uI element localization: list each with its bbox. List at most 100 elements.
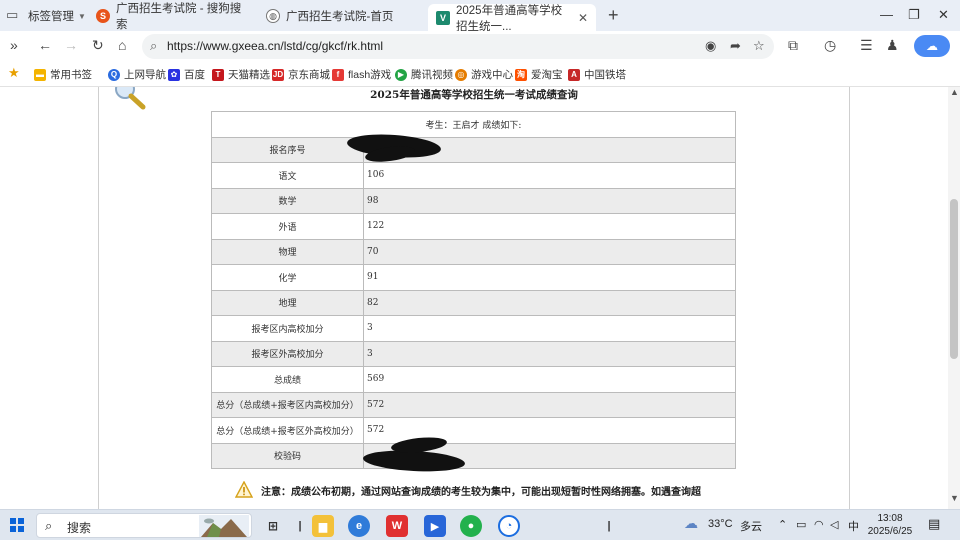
table-row: 报名序号	[211, 136, 736, 163]
scroll-up-icon[interactable]: ▲	[950, 87, 959, 97]
scroll-down-icon[interactable]: ▼	[950, 493, 959, 503]
cloud-sync-button[interactable]: ☁	[914, 35, 950, 57]
bookmark-label: 中国铁塔	[584, 69, 626, 81]
windows-start-icon[interactable]	[10, 518, 24, 532]
qq-browser-icon[interactable]: ◔	[498, 515, 520, 537]
gamepad-icon: ◎	[455, 68, 467, 81]
close-window-icon[interactable]: ✕	[938, 7, 949, 23]
page-title: 2025年普通高等学校招生统一考试成绩查询	[370, 89, 578, 101]
browser-mode-icon[interactable]: ◉	[705, 38, 716, 54]
content-frame: 2025年普通高等学校招生统一考试成绩查询 考生：王启才 成绩如下: 报名序号 …	[98, 87, 850, 509]
minimize-icon[interactable]: —	[880, 7, 893, 22]
bookmark-item[interactable]: Q 上网导航	[108, 67, 166, 82]
search-icon: ⌕	[45, 518, 53, 533]
battery-icon[interactable]: ▭	[796, 518, 806, 531]
bookmark-item[interactable]: ◎ 游戏中心	[455, 67, 513, 82]
back-icon[interactable]: ←	[38, 37, 52, 53]
table-row: 外语 122	[211, 213, 736, 240]
share-icon[interactable]: ➦	[730, 38, 741, 54]
flash-icon: f	[332, 68, 344, 81]
row-label: 数学	[211, 187, 364, 214]
weather-desc[interactable]: 多云	[740, 518, 762, 534]
ime-indicator[interactable]: 中	[848, 518, 859, 534]
bookmark-star-icon[interactable]: ★	[8, 65, 20, 81]
extensions-icon[interactable]: ⧉	[788, 37, 798, 54]
row-label: 化学	[211, 264, 364, 291]
row-value: 106	[363, 162, 736, 189]
baidu-icon: ✿	[168, 68, 180, 81]
reload-icon[interactable]: ↻	[92, 37, 104, 54]
sidebar-toggle-icon[interactable]: ▭	[6, 7, 24, 23]
warning-icon	[235, 481, 253, 498]
weather-temp[interactable]: 33°C	[708, 518, 733, 530]
row-value: 70	[363, 238, 736, 265]
row-value: 82	[363, 289, 736, 316]
tab-groups-button[interactable]: 标签管理 ▼	[28, 4, 86, 28]
taskbar-search-box[interactable]: ⌕ 搜索	[36, 513, 252, 538]
bookmark-item[interactable]: f flash游戏	[332, 67, 391, 82]
bookmark-item[interactable]: 淘爱淘宝	[515, 67, 563, 82]
notification-icon[interactable]: ▤	[928, 516, 940, 532]
home-icon[interactable]: ⌂	[118, 37, 126, 53]
page-viewport: 2025年普通高等学校招生统一考试成绩查询 考生：王启才 成绩如下: 报名序号 …	[0, 87, 948, 509]
tab-title: 2025年普通高等学校招生统一...	[456, 4, 563, 33]
taobao-icon: 淘	[515, 68, 527, 81]
volume-icon[interactable]: ◁	[830, 518, 838, 531]
divider-icon: |	[607, 520, 611, 532]
double-chevron-icon[interactable]: »	[10, 37, 18, 53]
file-explorer-icon[interactable]: ▆	[312, 515, 334, 537]
bookmark-label: 京东商城	[288, 69, 330, 81]
globe-icon: ◍	[266, 9, 280, 23]
table-row: 报考区外高校加分 3	[211, 340, 736, 367]
history-icon[interactable]: ◷	[824, 37, 836, 54]
folder-icon: ▬	[34, 68, 46, 81]
table-row: 语文 106	[211, 162, 736, 189]
browser-app-icon[interactable]: e	[348, 515, 370, 537]
account-icon[interactable]: ♟	[886, 37, 899, 54]
bookmark-label: flash游戏	[348, 69, 392, 81]
search-icon: ⌕	[150, 38, 158, 53]
bookmark-item[interactable]: ▶ 腾讯视频	[395, 67, 453, 82]
bookmark-label: 游戏中心	[471, 69, 513, 81]
row-label: 报名序号	[211, 136, 364, 163]
jd-icon: JD	[272, 68, 284, 81]
bookmark-item[interactable]: A 中国铁塔	[568, 67, 626, 82]
system-clock[interactable]: 13:08 2025/6/25	[864, 512, 916, 538]
feishu-app-icon[interactable]: ▶	[424, 515, 446, 537]
restore-icon[interactable]: ❐	[908, 7, 920, 23]
menu-icon[interactable]: ☰	[860, 37, 873, 54]
chevron-up-icon[interactable]: ⌃	[778, 518, 787, 531]
scrollbar-thumb[interactable]	[950, 199, 958, 359]
forward-icon[interactable]: →	[64, 37, 78, 53]
candidate-line: 考生：王启才 成绩如下:	[211, 111, 736, 138]
table-row: 地理 82	[211, 289, 736, 316]
wps-office-icon[interactable]: W	[386, 515, 408, 537]
row-value: 98	[363, 187, 736, 214]
bookmark-item[interactable]: JD 京东商城	[272, 67, 330, 82]
row-value: 3	[363, 315, 736, 342]
tab-gxeea-home[interactable]: ◍ 广西招生考试院-首页	[258, 4, 428, 28]
tab-sogou-search[interactable]: S 广西招生考试院 - 搜狗搜索	[88, 3, 258, 31]
wechat-icon[interactable]: ●	[460, 515, 482, 537]
wifi-icon[interactable]: ◠	[814, 518, 824, 531]
weather-cloud-icon[interactable]: ☁	[684, 515, 698, 532]
bookmark-item[interactable]: ✿ 百度	[168, 67, 205, 82]
tab-groups-label: 标签管理	[28, 11, 74, 23]
close-tab-icon[interactable]: ✕	[578, 11, 588, 25]
search-highlight-art-icon	[199, 515, 249, 537]
new-tab-icon[interactable]: +	[608, 5, 619, 26]
clock-date: 2025/6/25	[867, 526, 913, 537]
star-icon[interactable]: ☆	[753, 38, 765, 54]
table-row: 报考区内高校加分 3	[211, 315, 736, 342]
bookmark-item[interactable]: T 天猫精选	[212, 67, 270, 82]
address-bar[interactable]: ⌕ https://www.gxeea.cn/lstd/cg/gkcf/rk.h…	[142, 34, 774, 59]
table-row: 总成绩 569	[211, 366, 736, 393]
bookmark-label: 爱淘宝	[531, 69, 563, 81]
row-label: 报考区内高校加分	[211, 315, 364, 342]
task-view-icon[interactable]: ⊞	[262, 515, 284, 537]
tab-title: 广西招生考试院-首页	[286, 11, 394, 23]
bookmark-item[interactable]: ▬ 常用书签	[34, 67, 92, 82]
video-play-icon: ▶	[395, 68, 407, 81]
tab-score-query[interactable]: V 2025年普通高等学校招生统一... ✕	[428, 4, 596, 33]
vertical-scrollbar[interactable]: ▲ ▼	[948, 87, 960, 509]
